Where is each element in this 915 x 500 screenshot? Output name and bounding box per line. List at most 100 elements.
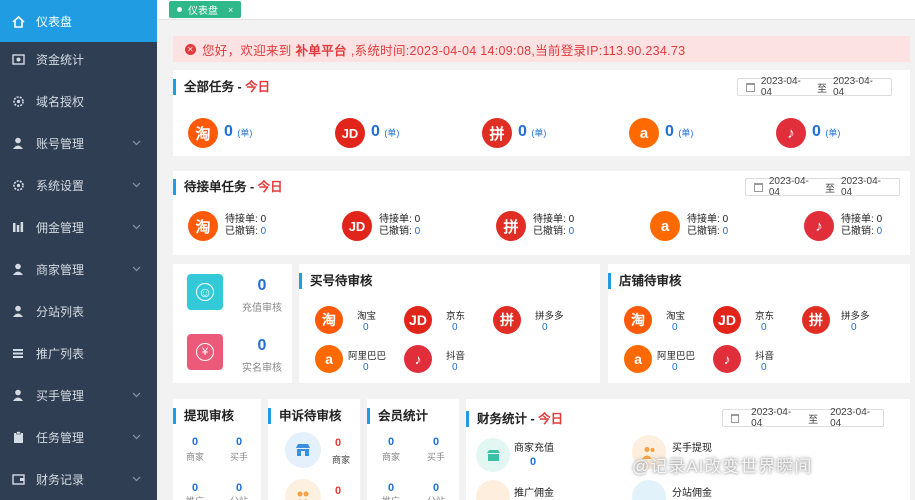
jd-logo-icon: JD	[404, 306, 432, 334]
count-value: 0	[812, 123, 821, 140]
gear-icon	[0, 179, 36, 192]
count-value: 0	[224, 123, 233, 140]
jd-logo-icon: JD	[342, 211, 372, 241]
card-title: 待接单任务 - 今日	[173, 179, 283, 195]
merchant-recharge-label: 商家充值	[514, 443, 554, 454]
tab-bar: 仪表盘 ×	[157, 0, 915, 20]
all-tasks-card: 全部任务 - 今日 2023-04-04 至 2023-04-04 淘 0 (单…	[173, 70, 910, 156]
buyer-label: 买手	[229, 452, 248, 462]
chevron-down-icon	[132, 177, 141, 191]
promo-count-value: 0	[387, 482, 395, 494]
sidebar-item-account[interactable]: 账号管理	[0, 122, 157, 164]
cancelled-label: 已撤销:	[687, 226, 720, 237]
complaint-value: 0	[334, 437, 342, 449]
platform-name: 阿里巴巴	[657, 351, 696, 362]
shop-icon	[476, 438, 510, 472]
sidebar-item-label: 商家管理	[36, 262, 85, 277]
shop-review-card: 店铺待审核 淘 淘宝 0 JD 京东 0 拼 拼多多 0 a 阿里巴巴 0 ♪ …	[608, 264, 910, 383]
sidebar-item-system-settings[interactable]: 系统设置	[0, 164, 157, 206]
douyin-logo-icon: ♪	[404, 345, 432, 373]
sidebar-item-merchant[interactable]: 商家管理	[0, 248, 157, 290]
sidebar-item-label: 系统设置	[36, 178, 85, 193]
user-icon	[0, 305, 36, 317]
douyin-pending: 待接单: 0 已撤销: 0	[841, 214, 882, 238]
buyer-review-card: 买号待审核 淘 淘宝 0 JD 京东 0 拼 拼多多 0 a 阿里巴巴 0 ♪ …	[299, 264, 600, 383]
sidebar-item-fund-stats[interactable]: 资金统计	[0, 38, 157, 80]
yen-icon: ¥	[196, 343, 214, 361]
branch-count-value: 0	[432, 482, 440, 494]
pending-value: 0	[568, 214, 575, 225]
title-text: 全部任务	[184, 80, 235, 94]
promo-label: 推广	[376, 494, 406, 500]
promo-commission-label: 推广佣金	[514, 488, 554, 499]
title-sep: -	[527, 412, 539, 426]
finance-stats-card: 财务统计 - 今日 2023-04-04 至 2023-04-04 商家充值 0…	[466, 399, 910, 500]
card-title: 全部任务 - 今日	[173, 79, 270, 95]
pending-label: 待接单:	[687, 214, 720, 225]
welcome-alert: ✕ 您好，欢迎来到 补单平台 ,系统时间:2023-04-04 14:09:08…	[173, 36, 910, 62]
taobao-logo-icon: 淘	[315, 306, 343, 334]
sidebar-item-label: 佣金管理	[36, 220, 85, 235]
sidebar-item-promo-list[interactable]: 推广列表	[0, 332, 157, 374]
wallet-icon	[0, 473, 36, 485]
date-range-picker[interactable]: 2023-04-04 至 2023-04-04	[722, 407, 884, 429]
date-range-picker[interactable]: 2023-04-04 至 2023-04-04	[737, 76, 892, 98]
title-text: 待接单任务	[184, 180, 247, 194]
count-value: 0	[518, 123, 527, 140]
close-icon[interactable]: ×	[228, 5, 233, 15]
sidebar-item-dashboard[interactable]: 仪表盘	[0, 0, 157, 42]
tab-dashboard[interactable]: 仪表盘 ×	[169, 1, 242, 18]
sidebar-item-finance-records[interactable]: 财务记录	[0, 458, 157, 500]
unit-label: (单)	[678, 128, 694, 138]
sidebar-item-domain-auth[interactable]: 域名授权	[0, 80, 157, 122]
platform-name: 阿里巴巴	[348, 351, 387, 362]
sidebar-item-task[interactable]: 任务管理	[0, 416, 157, 458]
recharge-realname-card: ☺ 0 充值审核 ¥ 0 实名审核	[173, 264, 292, 383]
pending-label: 待接单:	[841, 214, 874, 225]
sidebar-item-branch-list[interactable]: 分站列表	[0, 290, 157, 332]
merchant-withdraw-value: 0	[191, 436, 199, 448]
sidebar-item-buyer[interactable]: 买手管理	[0, 374, 157, 416]
platform-name: 拼多多	[841, 311, 870, 322]
recharge-box[interactable]: ☺	[187, 274, 223, 310]
close-circle-icon[interactable]: ✕	[185, 43, 196, 55]
promo-commission-icon	[476, 480, 510, 500]
chevron-down-icon	[132, 261, 141, 275]
money-icon	[0, 53, 36, 65]
cancelled-label: 已撤销:	[225, 226, 258, 237]
date-from: 2023-04-04	[751, 407, 792, 429]
sidebar-item-label: 域名授权	[36, 94, 85, 109]
realname-box[interactable]: ¥	[187, 334, 223, 370]
clipboard-icon	[0, 430, 36, 444]
sidebar-item-commission[interactable]: 佣金管理	[0, 206, 157, 248]
realname-label: 实名审核	[242, 363, 282, 374]
jd-count: 0 (单)	[371, 123, 399, 141]
pinduoduo-logo-icon: 拼	[482, 118, 512, 148]
cancelled-label: 已撤销:	[841, 226, 874, 237]
sidebar-item-label: 买手管理	[36, 388, 85, 403]
platform-value: 0	[672, 362, 678, 373]
platform-value: 0	[452, 362, 458, 373]
sidebar-item-label: 财务记录	[36, 472, 85, 487]
recharge-icon: ☺	[196, 283, 214, 301]
branch-commission-icon	[632, 480, 666, 500]
date-range-picker[interactable]: 2023-04-04 至 2023-04-04	[745, 176, 900, 198]
jd-pending: 待接单: 0 已撤销: 0	[379, 214, 420, 238]
chevron-down-icon	[132, 429, 141, 443]
buyer-group-icon	[285, 479, 321, 500]
platform-name: 拼多多	[535, 311, 564, 322]
recharge-value: 0	[257, 277, 267, 294]
merchant-label: 商家	[185, 452, 204, 462]
user-icon	[0, 137, 36, 149]
pinduoduo-logo-icon: 拼	[493, 306, 521, 334]
sidebar: 仪表盘 资金统计 域名授权 账号管理 系统设置 佣金管理 商家管理 分站列表 推…	[0, 0, 157, 500]
dashboard-icon	[0, 15, 36, 28]
date-to: 2023-04-04	[832, 76, 873, 98]
sidebar-item-label: 任务管理	[36, 430, 85, 445]
platform-value: 0	[761, 362, 767, 373]
chevron-down-icon	[132, 387, 141, 401]
count-value: 0	[665, 123, 674, 140]
promo-withdraw-value: 0	[191, 482, 199, 494]
platform-name: 抖音	[446, 351, 466, 362]
cancelled-value: 0	[414, 226, 421, 237]
